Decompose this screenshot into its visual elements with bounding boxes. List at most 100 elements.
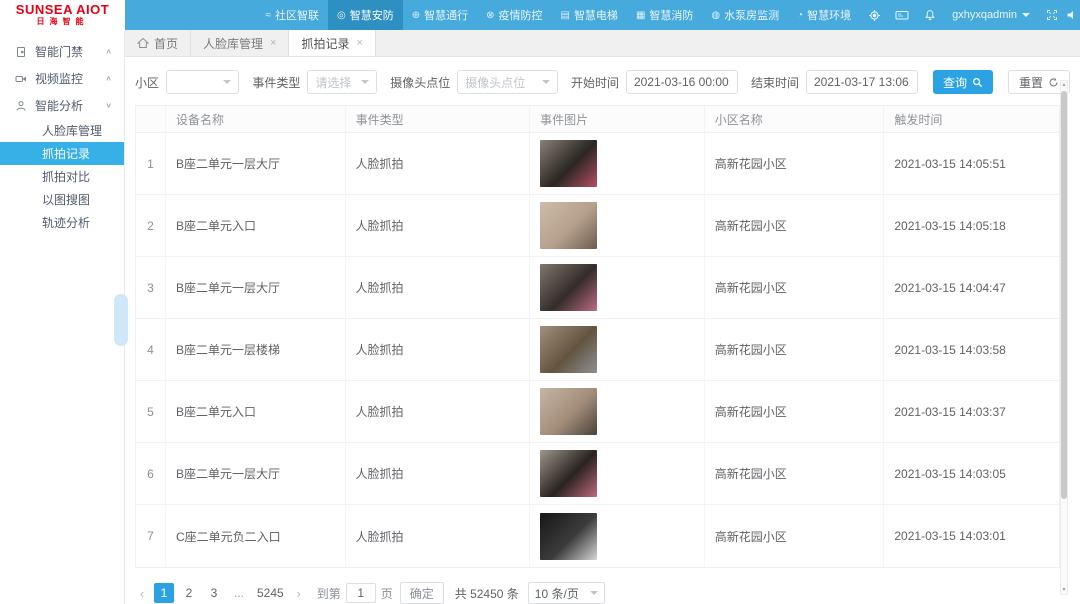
page-button-2[interactable]: 2 <box>179 583 199 603</box>
table-row[interactable]: 7C座二单元负二入口人脸抓拍高新花园小区2021-03-15 14:03:01 <box>136 505 1059 567</box>
page-size-select[interactable]: 10 条/页 <box>528 582 605 604</box>
nav-item-environment[interactable]: ◔智慧环境 <box>788 0 860 30</box>
nav-item-pump[interactable]: ◍水泵房监测 <box>702 0 788 30</box>
column-header <box>136 106 166 132</box>
tab-home[interactable]: 首页 <box>125 30 191 56</box>
scroll-down-arrow-icon[interactable]: ▼ <box>1061 586 1067 594</box>
scrollbar-thumb[interactable] <box>1061 91 1067 499</box>
tab-face-library[interactable]: 人脸库管理× <box>191 30 289 56</box>
close-icon[interactable]: × <box>356 37 362 49</box>
scroll-up-arrow-icon[interactable]: ▲ <box>1061 81 1067 89</box>
community-name-cell: 高新花园小区 <box>705 195 885 256</box>
community-name-cell: 高新花园小区 <box>705 443 885 504</box>
sidebar-item-capture-compare[interactable]: 抓拍对比 <box>0 165 124 188</box>
event-type-select[interactable]: 请选择 <box>307 70 377 94</box>
end-time-input[interactable] <box>806 70 918 94</box>
user-dropdown[interactable]: gxhyxqadmin <box>944 0 1038 30</box>
nav-item-access[interactable]: ⊕智慧通行 <box>403 0 477 30</box>
capture-snapshot-image[interactable] <box>540 513 597 560</box>
nav-item-fire[interactable]: ▦智慧消防 <box>627 0 702 30</box>
sidebar-group-video-monitor[interactable]: 视频监控∧ <box>0 65 124 92</box>
sidebar-item-face-library[interactable]: 人脸库管理 <box>0 119 124 142</box>
logout-speaker-icon[interactable] <box>1066 0 1080 30</box>
page-button-1[interactable]: 1 <box>154 583 174 603</box>
column-header: 小区名称 <box>705 106 885 132</box>
column-header: 事件图片 <box>530 106 705 132</box>
search-button-label: 查询 <box>943 74 967 91</box>
close-icon[interactable]: × <box>270 37 276 49</box>
sidebar-item-trajectory-analysis[interactable]: 轨迹分析 <box>0 211 124 234</box>
nav-item-elevator[interactable]: ▤智慧电梯 <box>551 0 626 30</box>
page-button-5245[interactable]: 5245 <box>254 583 287 603</box>
community-select[interactable] <box>166 70 239 94</box>
table-row[interactable]: 5B座二单元入口人脸抓拍高新花园小区2021-03-15 14:03:37 <box>136 381 1059 443</box>
event-image-cell <box>530 505 705 567</box>
table-header-row: 设备名称事件类型事件图片小区名称触发时间 <box>135 105 1060 133</box>
nav-item-community[interactable]: ≈ 社区智联 <box>256 0 328 30</box>
event-image-cell <box>530 443 705 504</box>
table-row[interactable]: 6B座二单元一层大厅人脸抓拍高新花园小区2021-03-15 14:03:05 <box>136 443 1059 505</box>
table-row[interactable]: 1B座二单元一层大厅人脸抓拍高新花园小区2021-03-15 14:05:51 <box>136 133 1059 195</box>
community-icon: ≈ <box>265 10 271 21</box>
username: gxhyxqadmin <box>952 9 1017 21</box>
event-type-cell: 人脸抓拍 <box>346 195 531 256</box>
reset-refresh-icon <box>1048 77 1059 88</box>
brand-subtitle: 日海智能 <box>37 18 89 26</box>
table-row[interactable]: 3B座二单元一层大厅人脸抓拍高新花园小区2021-03-15 14:04:47 <box>136 257 1059 319</box>
capture-snapshot-image[interactable] <box>540 264 597 311</box>
environment-icon: ◔ <box>797 10 803 21</box>
table-row[interactable]: 2B座二单元入口人脸抓拍高新花园小区2021-03-15 14:05:18 <box>136 195 1059 257</box>
nav-item-epidemic[interactable]: ⊗疫情防控 <box>477 0 551 30</box>
tab-capture-records[interactable]: 抓拍记录× <box>289 30 375 56</box>
fire-icon: ▦ <box>636 10 645 21</box>
message-card-icon[interactable] <box>888 0 916 30</box>
column-header: 事件类型 <box>346 106 531 132</box>
chevron-down-icon <box>542 80 550 84</box>
community-filter-label: 小区 <box>135 74 159 91</box>
camera-filter-label: 摄像头点位 <box>390 74 450 91</box>
capture-snapshot-image[interactable] <box>540 388 597 435</box>
table-body: 1B座二单元一层大厅人脸抓拍高新花园小区2021-03-15 14:05:512… <box>135 133 1060 568</box>
notification-bell-icon[interactable] <box>916 0 944 30</box>
capture-snapshot-image[interactable] <box>540 140 597 187</box>
settings-icon[interactable] <box>860 0 888 30</box>
goto-page-label: 到第 <box>317 585 341 602</box>
prev-page-button[interactable]: ‹ <box>135 586 149 601</box>
fullscreen-icon[interactable] <box>1038 0 1066 30</box>
nav-item-label: 智慧通行 <box>424 7 468 23</box>
page-ellipsis: ... <box>229 583 249 603</box>
start-time-input[interactable] <box>626 70 738 94</box>
pagination-bar: ‹ 123...5245 › 到第 页 确定 共 52450 条 10 条/页 <box>125 575 1080 604</box>
trigger-time-cell: 2021-03-15 14:05:18 <box>884 195 1059 256</box>
page-size-value: 10 条/页 <box>535 585 579 602</box>
device-name-cell: B座二单元一层大厅 <box>166 257 346 318</box>
sidebar-item-capture-records[interactable]: 抓拍记录 <box>0 142 124 165</box>
nav-item-label: 社区智联 <box>275 7 319 23</box>
search-button[interactable]: 查询 <box>933 70 993 94</box>
capture-snapshot-image[interactable] <box>540 326 597 373</box>
community-name-cell: 高新花园小区 <box>705 257 885 318</box>
sidebar-group-door-access[interactable]: 智能门禁∧ <box>0 38 124 65</box>
page-button-3[interactable]: 3 <box>204 583 224 603</box>
nav-item-security[interactable]: ◎智慧安防 <box>328 0 403 30</box>
table-row[interactable]: 4B座二单元一层楼梯人脸抓拍高新花园小区2021-03-15 14:03:58 <box>136 319 1059 381</box>
sidebar-collapse-handle[interactable] <box>114 294 128 346</box>
capture-snapshot-image[interactable] <box>540 450 597 497</box>
nav-item-label: 水泵房监测 <box>724 7 779 23</box>
row-number: 1 <box>136 133 166 194</box>
trigger-time-cell: 2021-03-15 14:03:58 <box>884 319 1059 380</box>
row-number: 4 <box>136 319 166 380</box>
community-name-cell: 高新花园小区 <box>705 319 885 380</box>
next-page-button[interactable]: › <box>292 586 306 601</box>
goto-confirm-button[interactable]: 确定 <box>400 582 444 604</box>
column-header: 设备名称 <box>166 106 346 132</box>
nav-item-label: 疫情防控 <box>498 7 542 23</box>
table-scrollbar[interactable]: ▲ ▼ <box>1060 80 1068 595</box>
goto-page-input[interactable] <box>346 583 376 603</box>
camera-select[interactable]: 摄像头点位 <box>457 70 558 94</box>
capture-snapshot-image[interactable] <box>540 202 597 249</box>
sidebar-group-label: 智能门禁 <box>35 43 83 60</box>
sidebar-item-image-search[interactable]: 以图搜图 <box>0 188 124 211</box>
sidebar-group-intelligent-analysis[interactable]: 智能分析∨ <box>0 92 124 119</box>
door-icon <box>15 46 27 58</box>
